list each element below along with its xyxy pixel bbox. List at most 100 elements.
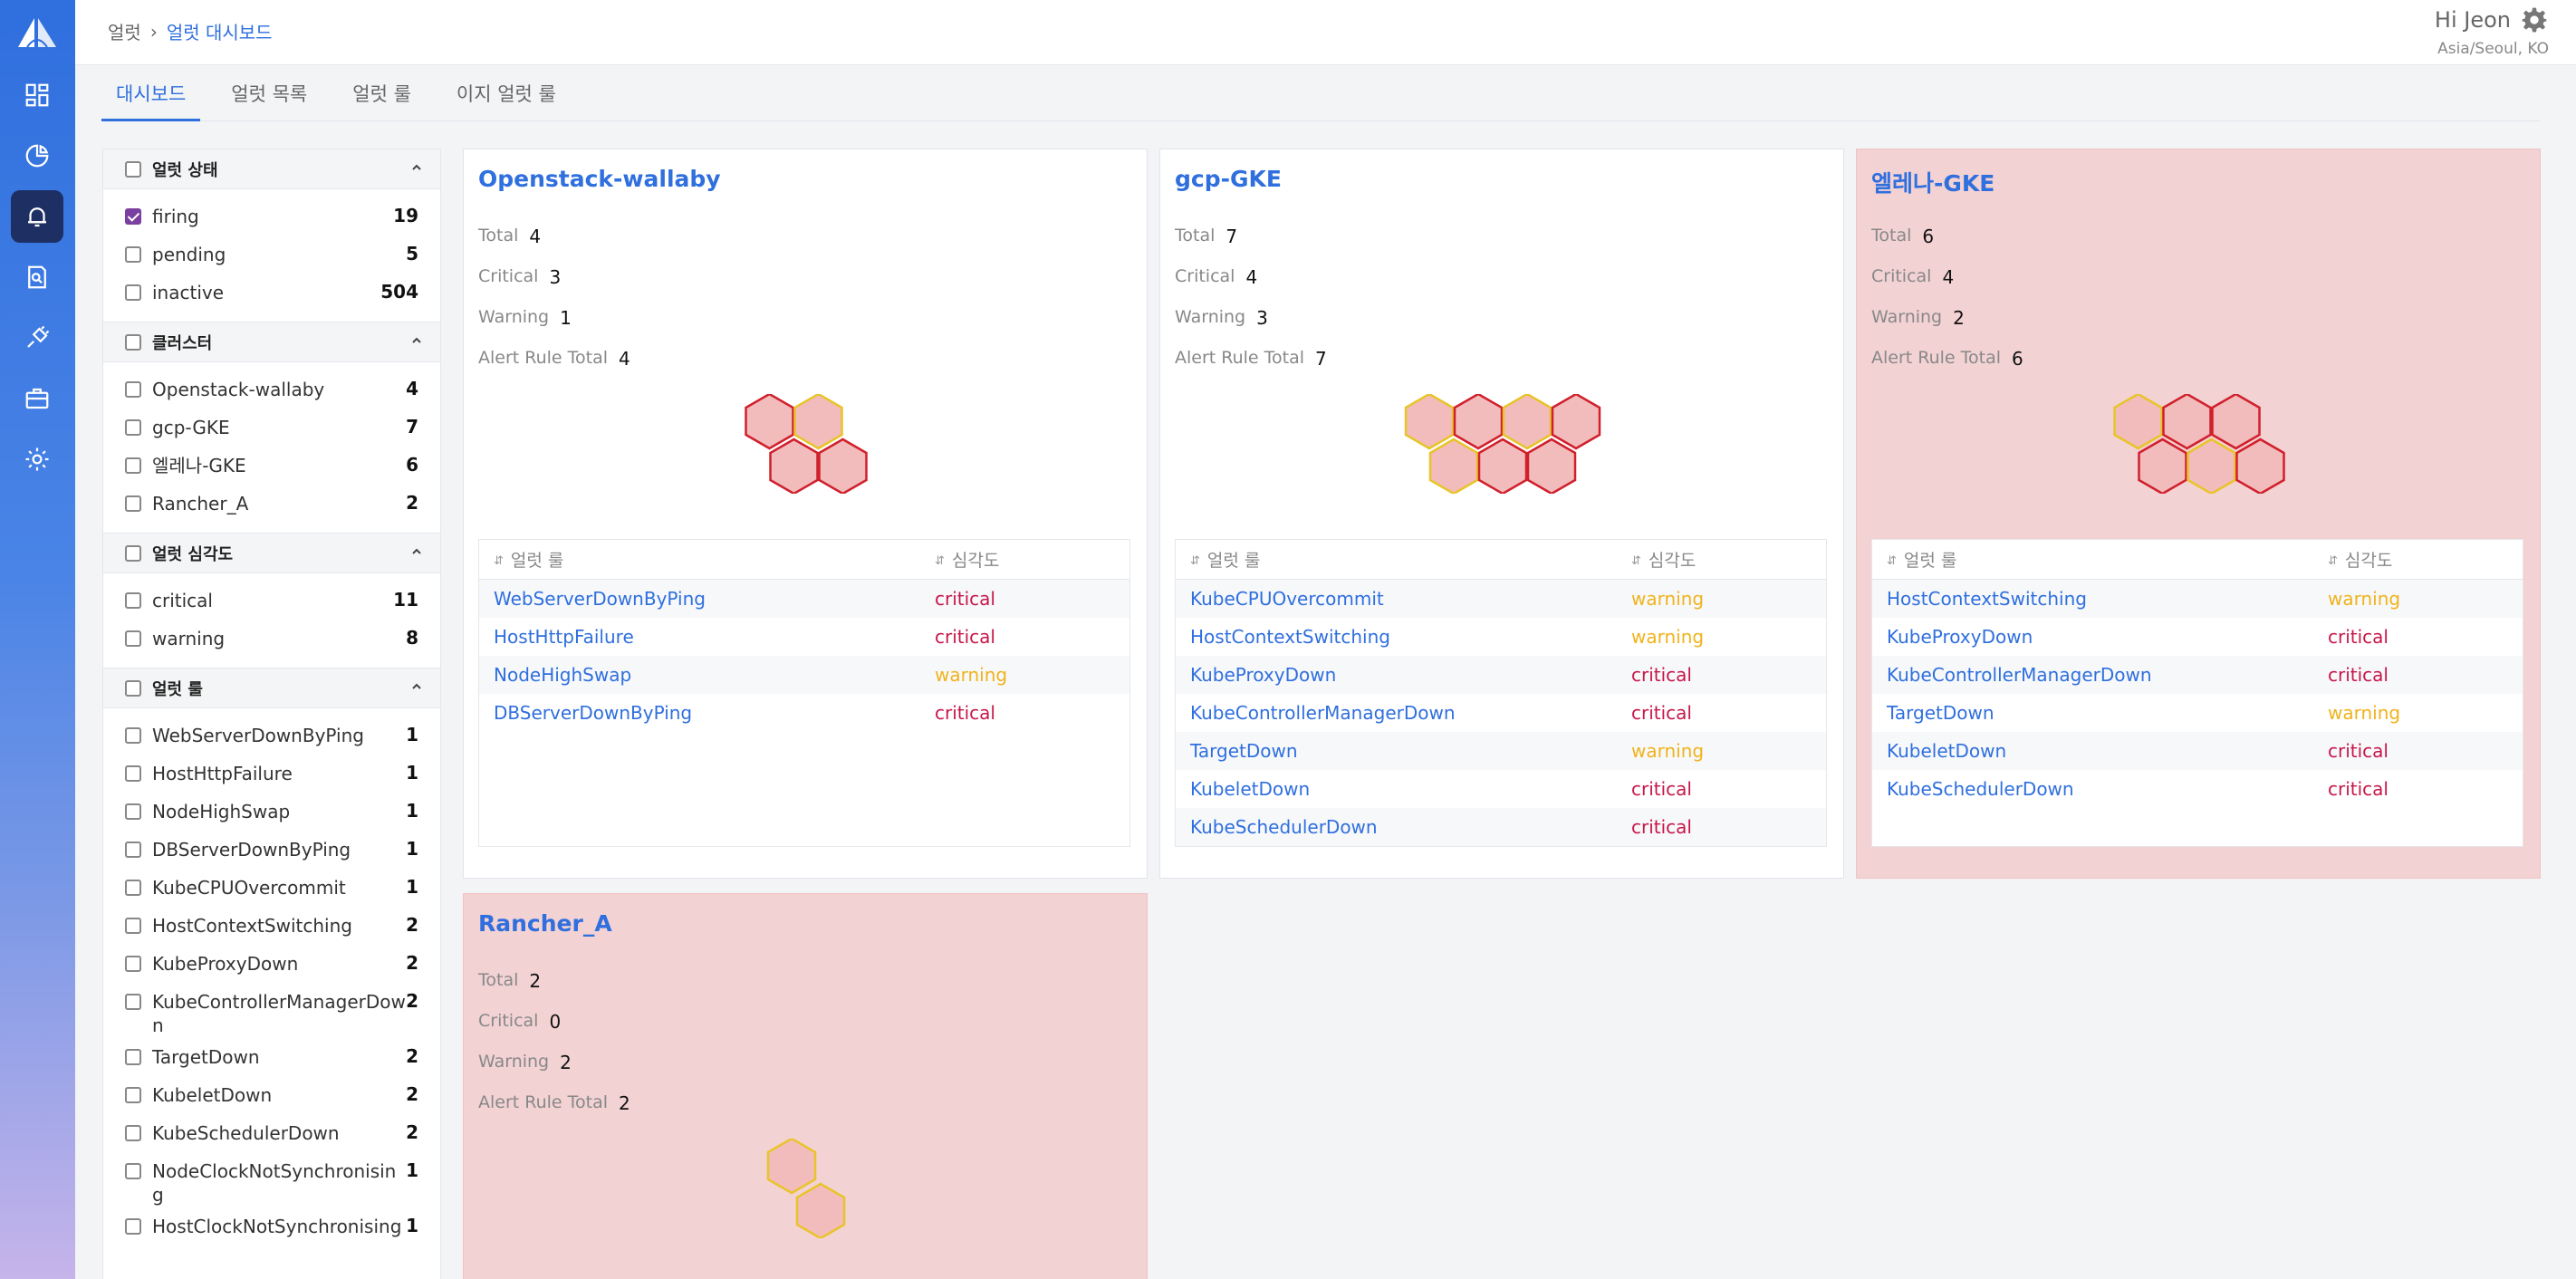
checkbox[interactable]: [125, 381, 141, 398]
filter-rule-item[interactable]: KubeSchedulerDown 2: [103, 1113, 440, 1151]
tab-alert-rules[interactable]: 얼럿 룰: [338, 69, 426, 121]
table-row[interactable]: DBServerDownByPing critical: [479, 694, 1129, 732]
table-row[interactable]: KubeControllerManagerDown critical: [1872, 656, 2523, 694]
checkbox[interactable]: [125, 841, 141, 858]
cluster-card-title[interactable]: Rancher_A: [478, 910, 612, 937]
filter-status-select-all-checkbox[interactable]: [125, 160, 141, 178]
alert-hexagon-critical[interactable]: [2138, 438, 2187, 494]
checkbox[interactable]: [125, 994, 141, 1010]
filter-cluster-item[interactable]: Rancher_A 2: [103, 484, 440, 522]
sort-icon[interactable]: ⇵: [2328, 554, 2338, 568]
alert-rule-link[interactable]: HostContextSwitching: [1872, 588, 2328, 610]
alert-hexagon-warning[interactable]: [795, 1182, 846, 1238]
checkbox[interactable]: [125, 1125, 141, 1141]
filter-cluster-item[interactable]: 엘레나-GKE 6: [103, 446, 440, 484]
chevron-up-icon[interactable]: [409, 679, 424, 694]
sort-icon[interactable]: ⇵: [1631, 554, 1641, 568]
checkbox[interactable]: [125, 880, 141, 896]
tab-dashboard[interactable]: 대시보드: [101, 69, 201, 121]
filter-status-header[interactable]: 얼럿 상태: [103, 149, 440, 189]
table-row[interactable]: KubeCPUOvercommit warning: [1176, 580, 1826, 618]
table-row[interactable]: HostHttpFailure critical: [479, 618, 1129, 656]
checkbox[interactable]: [125, 1087, 141, 1103]
filter-status-firing[interactable]: firing 19: [103, 197, 440, 235]
alert-hexagon-critical[interactable]: [2235, 438, 2285, 494]
filter-cluster-header[interactable]: 클러스터: [103, 322, 440, 362]
breadcrumb-root[interactable]: 얼럿: [108, 18, 141, 44]
alert-hexagon-critical[interactable]: [1477, 438, 1528, 494]
alert-hexagon-critical[interactable]: [2211, 394, 2261, 450]
table-row[interactable]: KubeletDown critical: [1872, 732, 2523, 770]
tab-alert-list[interactable]: 얼럿 목록: [216, 69, 322, 121]
checkbox[interactable]: [125, 246, 141, 263]
checkbox[interactable]: [125, 630, 141, 647]
filter-status-inactive[interactable]: inactive 504: [103, 273, 440, 311]
nav-reports[interactable]: [11, 251, 63, 303]
alert-hexagon-warning[interactable]: [2113, 394, 2163, 450]
column-header-severity[interactable]: ⇵ 심각도: [2328, 547, 2523, 572]
alert-hexagon-warning[interactable]: [1502, 394, 1552, 450]
nav-dashboard[interactable]: [11, 69, 63, 121]
nav-resources[interactable]: [11, 372, 63, 425]
cluster-card[interactable]: gcp-GKE Total 7 Critical 4 Warning 3 Alert Rule…: [1159, 149, 1844, 879]
cluster-card[interactable]: Rancher_A Total 2 Critical 0 Warning 2 Alert Ru…: [463, 893, 1148, 1279]
table-row[interactable]: WebServerDownByPing critical: [479, 580, 1129, 618]
alert-rule-link[interactable]: HostContextSwitching: [1176, 626, 1631, 648]
sort-icon[interactable]: ⇵: [1887, 554, 1897, 568]
alert-rule-link[interactable]: WebServerDownByPing: [479, 588, 935, 610]
checkbox[interactable]: [125, 1218, 141, 1235]
table-row[interactable]: NodeHighSwap warning: [479, 656, 1129, 694]
checkbox[interactable]: [125, 1163, 141, 1179]
filter-cluster-item[interactable]: gcp-GKE 7: [103, 408, 440, 446]
alert-rule-link[interactable]: KubeControllerManagerDown: [1176, 702, 1631, 724]
table-row[interactable]: HostContextSwitching warning: [1872, 580, 2523, 618]
alert-hexagon-warning[interactable]: [766, 1139, 817, 1195]
alert-hexagon-critical[interactable]: [818, 438, 868, 494]
filter-rule-item[interactable]: HostHttpFailure 1: [103, 754, 440, 792]
alert-hexagon-critical[interactable]: [1526, 438, 1577, 494]
alert-hexagon-critical[interactable]: [769, 438, 819, 494]
filter-rule-item[interactable]: KubeCPUOvercommit 1: [103, 868, 440, 906]
checkbox[interactable]: [125, 592, 141, 609]
cluster-card-title[interactable]: 엘레나-GKE: [1871, 166, 1994, 198]
alert-hexagon-warning[interactable]: [1404, 394, 1455, 450]
sort-icon[interactable]: ⇵: [935, 554, 945, 568]
alert-hexagon-warning[interactable]: [793, 394, 843, 450]
sort-icon[interactable]: ⇵: [1190, 554, 1200, 568]
alert-rule-link[interactable]: KubeCPUOvercommit: [1176, 588, 1631, 610]
filter-rule-item[interactable]: HostContextSwitching 2: [103, 906, 440, 944]
checkbox[interactable]: [125, 918, 141, 934]
alert-rule-link[interactable]: DBServerDownByPing: [479, 702, 935, 724]
column-header-rule[interactable]: ⇵ 얼럿 룰: [1872, 547, 2328, 572]
checkbox[interactable]: [125, 284, 141, 301]
table-row[interactable]: KubeletDown critical: [1176, 770, 1826, 808]
cluster-card-title[interactable]: gcp-GKE: [1175, 166, 1282, 192]
filter-severity-item[interactable]: warning 8: [103, 619, 440, 657]
sort-icon[interactable]: ⇵: [494, 554, 504, 568]
nav-analytics[interactable]: [11, 130, 63, 182]
table-row[interactable]: KubeProxyDown critical: [1176, 656, 1826, 694]
checkbox[interactable]: [125, 419, 141, 436]
alert-rule-link[interactable]: HostHttpFailure: [479, 626, 935, 648]
filter-rule-item[interactable]: DBServerDownByPing 1: [103, 830, 440, 868]
filter-rule-item[interactable]: NodeClockNotSynchronising 1: [103, 1151, 440, 1207]
alert-rule-link[interactable]: KubeControllerManagerDown: [1872, 664, 2328, 686]
table-row[interactable]: TargetDown warning: [1872, 694, 2523, 732]
cluster-card-title[interactable]: Openstack-wallaby: [478, 166, 721, 192]
alert-rule-link[interactable]: KubeSchedulerDown: [1176, 816, 1631, 838]
filter-rule-item[interactable]: KubeletDown 2: [103, 1075, 440, 1113]
table-row[interactable]: KubeSchedulerDown critical: [1872, 770, 2523, 808]
filter-rule-item[interactable]: WebServerDownByPing 1: [103, 716, 440, 754]
table-row[interactable]: KubeSchedulerDown critical: [1176, 808, 1826, 846]
alert-rule-link[interactable]: KubeletDown: [1872, 740, 2328, 762]
filter-rule-item[interactable]: TargetDown 2: [103, 1037, 440, 1075]
nav-alerts[interactable]: [11, 190, 63, 243]
table-row[interactable]: TargetDown warning: [1176, 732, 1826, 770]
checkbox[interactable]: [125, 727, 141, 744]
checkbox[interactable]: [125, 765, 141, 782]
filter-rule-item[interactable]: KubeControllerManagerDown 2: [103, 982, 440, 1037]
alert-rule-link[interactable]: TargetDown: [1176, 740, 1631, 762]
checkbox[interactable]: [125, 495, 141, 512]
filter-severity-header[interactable]: 얼럿 심각도: [103, 534, 440, 573]
alert-hexagon-critical[interactable]: [1551, 394, 1601, 450]
